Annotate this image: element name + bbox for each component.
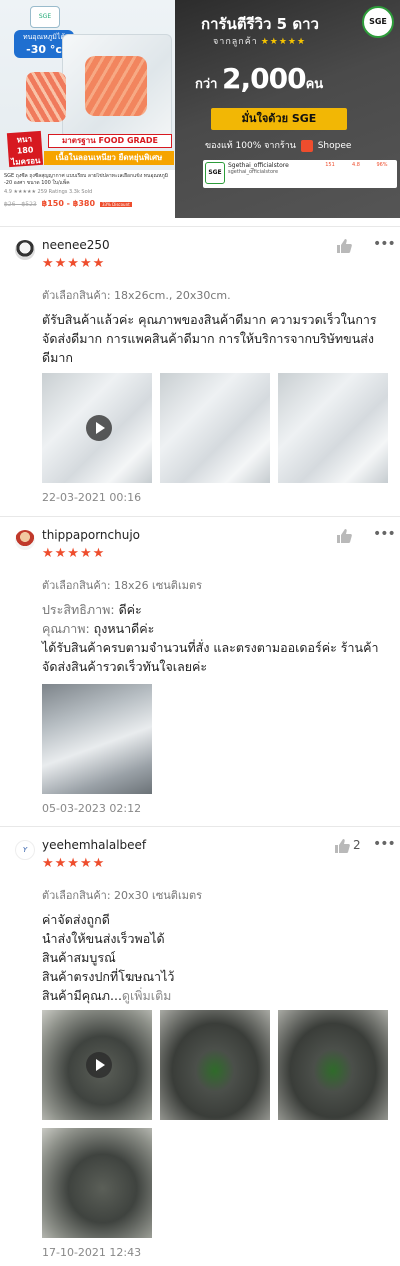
store-subname: sgethai_officialstore <box>228 169 279 175</box>
product-price: ฿26 - ฿523 ฿150 - ฿380 33% Discount <box>4 199 171 208</box>
quality-value: ถุงหนาดีค่ะ <box>93 621 155 636</box>
like-count: 2 <box>353 838 361 852</box>
review-variant: ตัวเลือกสินค้า: 20x30 เซนติเมตร <box>42 889 203 902</box>
store-stat-1: 151 <box>325 162 335 168</box>
review-variant: ตัวเลือกสินค้า: 18x26cm., 20x30cm. <box>42 289 231 302</box>
promo-from-label: จากลูกค้า <box>213 37 258 47</box>
review-line: สินค้ามีคุณภ... <box>42 988 122 1003</box>
genuine-shop: Shopee <box>317 141 352 151</box>
review-date: 22-03-2021 00:16 <box>42 491 142 504</box>
thumbs-up-icon[interactable] <box>336 528 352 544</box>
divider <box>0 516 400 517</box>
store-logo: SGE <box>205 162 225 184</box>
review-video[interactable] <box>42 373 152 483</box>
product-title: SGE ถุงซีล ถุงซีลสุญญากาศ แบบเรียบ ลายไข… <box>4 173 168 186</box>
cold-tag-label: ทนอุณหภูมิได้ <box>22 33 65 41</box>
performance-line: ประสิทธิภาพ: ดีค่ะ <box>42 600 388 619</box>
review-line-truncated: สินค้ามีคุณภ...ดูเพิ่มเติม <box>42 986 388 1005</box>
thumbs-up-icon[interactable] <box>336 238 352 254</box>
review-line: ดีมาก <box>42 350 73 365</box>
count-value: 2,000 <box>222 62 307 95</box>
count-suffix: คน <box>305 77 324 92</box>
product-image: SGE ทนอุณหภูมิได้ -30 °c หนา 180 ไมครอน … <box>0 0 175 218</box>
review-text: ตัรับสินค้าแล้วค่ะ คุณภาพของสินค้าดีมาก … <box>42 310 388 367</box>
count-prefix: กว่า <box>195 77 218 92</box>
product-info: SGE ถุงซีล ถุงซีลสุญญากาศ แบบเรียบ ลายไข… <box>0 170 175 218</box>
sge-badge: SGE <box>362 6 394 38</box>
more-options-icon[interactable]: ••• <box>373 836 396 852</box>
rating-stars: ★★★★★ <box>42 256 106 271</box>
review-photo[interactable] <box>160 373 270 483</box>
store-card: SGE 96% 4.8 151 Sgethai_officialstore sg… <box>203 160 397 188</box>
review-text: ค่าจัดส่งถูกดี นำส่งให้ขนส่งเร็วพอได้ สิ… <box>42 910 388 1005</box>
promo-image: การันตีรีวิว 5 ดาว จากลูกค้า ★★★★★ SGE ก… <box>175 0 400 218</box>
review-username[interactable]: yeehemhalalbeef <box>42 838 146 852</box>
play-icon[interactable] <box>86 1052 112 1078</box>
review-photo[interactable] <box>278 373 388 483</box>
quality-label: คุณภาพ: <box>42 621 90 636</box>
review-line: จัดส่งสินค้ารวดเร็วทันใจเลยค่ะ <box>42 659 208 674</box>
product-banner[interactable]: SGE ทนอุณหภูมิได้ -30 °c หนา 180 ไมครอน … <box>0 0 400 218</box>
rating-stars: ★★★★★ <box>42 856 106 871</box>
review-username[interactable]: neenee250 <box>42 238 110 252</box>
review-photo[interactable] <box>160 1010 270 1120</box>
avatar[interactable] <box>15 530 35 550</box>
avatar[interactable]: Y <box>15 840 35 860</box>
review-username[interactable]: thippapornchujo <box>42 528 140 542</box>
store-stat-2: 4.8 <box>352 162 360 168</box>
shrimp-image <box>26 72 66 122</box>
more-options-icon[interactable]: ••• <box>373 526 396 542</box>
review-line: ตัรับสินค้าแล้วค่ะ คุณภาพของสินค้าดีมาก … <box>42 312 377 327</box>
review-line: สินค้าสมบูรณ์ <box>42 950 116 965</box>
review-line: สินค้าตรงปกที่โฆษณาไว้ <box>42 969 175 984</box>
genuine-prefix: ของแท้ 100% จากร้าน <box>205 141 296 151</box>
new-price: ฿150 - ฿380 <box>41 199 96 208</box>
genuine-line: ของแท้ 100% จากร้าน Shopee <box>205 138 351 152</box>
divider <box>0 826 400 827</box>
review-text: ประสิทธิภาพ: ดีค่ะ คุณภาพ: ถุงหนาดีค่ะ ไ… <box>42 600 388 676</box>
review-line: นำส่งให้ขนส่งเร็วพอได้ <box>42 931 165 946</box>
thickness-badge: หนา 180 ไมครอน <box>6 130 44 168</box>
avatar[interactable] <box>15 240 35 260</box>
review-line: ค่าจัดส่งถูกดี <box>42 912 110 927</box>
trust-banner: มั่นใจด้วย SGE <box>211 108 347 130</box>
salmon-image <box>85 56 147 116</box>
review-variant: ตัวเลือกสินค้า: 18x26 เซนติเมตร <box>42 579 203 592</box>
brand-logo: SGE <box>30 6 60 28</box>
customer-count: กว่า 2,000คน <box>195 62 323 95</box>
food-grade-tag: มาตรฐาน FOOD GRADE <box>48 134 172 148</box>
review-video[interactable] <box>42 1010 152 1120</box>
discount-badge: 33% Discount <box>99 202 132 207</box>
review-line: จัดส่งดีมาก การแพคสินค้าดีมาก การให้บริก… <box>42 331 374 346</box>
texture-tag: เนื้อในลอนเหนียว ยืดหยุ่นพิเศษ <box>44 151 174 165</box>
thumbs-up-icon[interactable] <box>334 838 350 854</box>
product-rating: 4.9 ★★★★★ 259 Ratings 3.3k Sold <box>4 189 93 195</box>
promo-headline: การันตีรีวิว 5 ดาว <box>201 15 319 33</box>
review-date: 05-03-2023 02:12 <box>42 802 142 815</box>
review-photo[interactable] <box>42 1128 152 1238</box>
divider <box>0 226 400 227</box>
review-photo[interactable] <box>42 684 152 794</box>
quality-line: คุณภาพ: ถุงหนาดีค่ะ <box>42 619 388 638</box>
play-icon[interactable] <box>86 415 112 441</box>
old-price: ฿26 - ฿523 <box>4 201 37 208</box>
rating-stars: ★★★★★ <box>42 546 106 561</box>
see-more-link[interactable]: ดูเพิ่มเติม <box>122 988 172 1003</box>
performance-value: ดีค่ะ <box>118 602 142 617</box>
review-photo[interactable] <box>278 1010 388 1120</box>
promo-from: จากลูกค้า ★★★★★ <box>213 34 306 48</box>
shopee-icon <box>300 139 313 152</box>
review-line: ได้รับสินค้าครบตามจำนวนที่สั่ง และตรงตาม… <box>42 640 379 655</box>
promo-stars: ★★★★★ <box>260 37 307 47</box>
more-options-icon[interactable]: ••• <box>373 236 396 252</box>
review-date: 17-10-2021 12:43 <box>42 1246 142 1259</box>
store-stat-3: 96% <box>376 162 388 168</box>
performance-label: ประสิทธิภาพ: <box>42 602 115 617</box>
